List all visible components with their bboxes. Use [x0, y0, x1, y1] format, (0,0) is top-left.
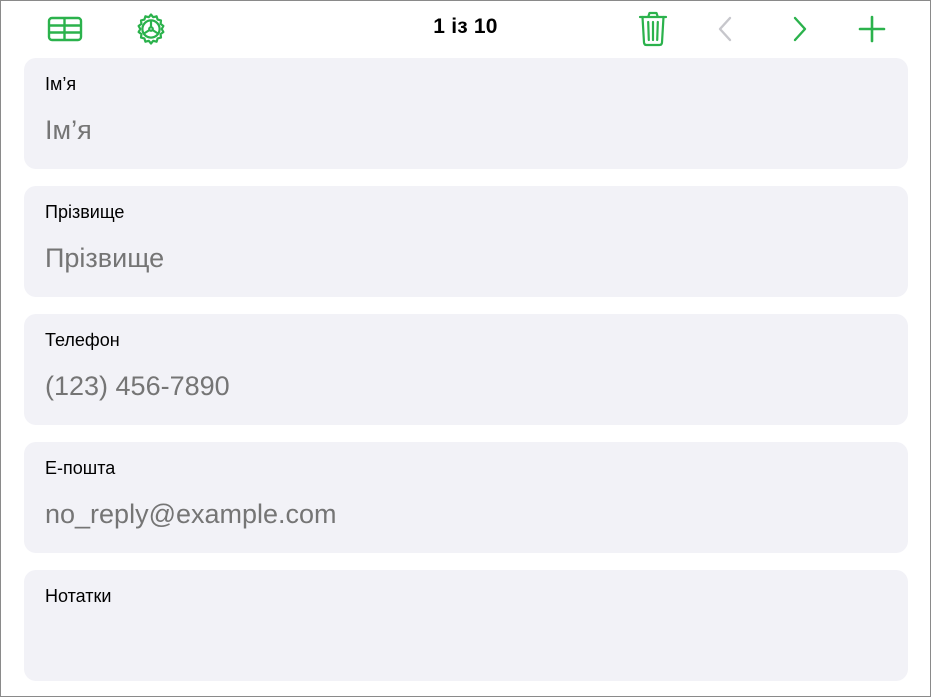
field-label-first-name: Ім’я — [45, 74, 77, 94]
phone-input[interactable] — [45, 368, 885, 404]
field-card-first-name: Ім’я — [24, 58, 908, 169]
field-card-phone: Телефон — [24, 314, 908, 425]
first-name-input[interactable] — [45, 112, 885, 148]
record-form-window: 1 із 10 Ім’я Ім’я Прізвище Прізвище Теле… — [0, 0, 931, 697]
toolbar: 1 із 10 — [1, 1, 930, 57]
field-label-phone: Телефон — [45, 330, 120, 350]
field-label-notes: Нотатки — [45, 586, 112, 606]
field-card-email: Е-пошта — [24, 442, 908, 553]
previous-record-button[interactable] — [705, 9, 745, 49]
last-name-input[interactable] — [45, 240, 885, 276]
field-card-last-name: Прізвище — [24, 186, 908, 297]
add-record-button[interactable] — [852, 9, 892, 49]
delete-record-button[interactable] — [633, 9, 673, 49]
field-label-last-name: Прізвище — [45, 202, 125, 222]
plus-icon — [858, 15, 886, 43]
email-input[interactable] — [45, 496, 885, 532]
notes-input[interactable] — [45, 624, 885, 684]
chevron-right-icon — [793, 16, 807, 42]
chevron-left-icon — [718, 16, 732, 42]
trash-icon — [638, 11, 668, 47]
next-record-button[interactable] — [780, 9, 820, 49]
field-card-notes: Нотатки — [24, 570, 908, 684]
field-label-email: Е-пошта — [45, 458, 116, 478]
